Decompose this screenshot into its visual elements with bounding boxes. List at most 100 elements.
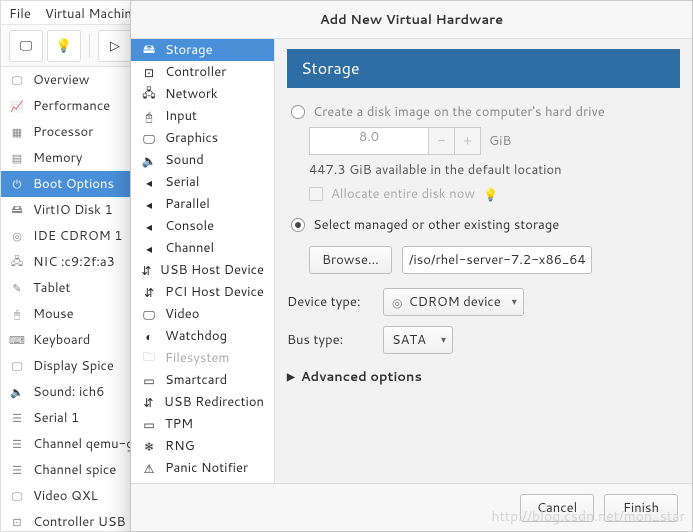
hw-item-sound-icon: 🔈 xyxy=(141,152,157,168)
hw-item-label: USB Redirection xyxy=(164,393,264,411)
hw-item-serial-icon: ◂ xyxy=(141,174,157,190)
radio-icon-checked xyxy=(291,218,305,232)
device-type-label: Device type: xyxy=(287,293,373,311)
sidebar-item-label: Channel qemu-ga xyxy=(33,435,141,453)
increment-button[interactable]: + xyxy=(455,127,481,155)
sidebar-item-label: Processor xyxy=(33,123,93,141)
finish-button[interactable]: Finish xyxy=(604,494,678,522)
device-type-value: CDROM device xyxy=(408,293,500,311)
hw-item-controller[interactable]: ⊡Controller xyxy=(131,61,274,83)
hw-item-filesystem-icon: 🗀 xyxy=(141,350,157,366)
menu-virtual-machine[interactable]: Virtual Machine xyxy=(45,5,139,20)
allocate-entire-disk-label: Allocate entire disk now xyxy=(331,185,475,203)
hw-item-smartcard[interactable]: ▭ Smartcard xyxy=(131,369,274,391)
hw-item-label: Input xyxy=(165,107,197,125)
sidebar-item-performance-icon: 📈 xyxy=(9,98,25,114)
sidebar-item-keyboard-icon: ⌨ xyxy=(9,332,25,348)
storage-path-input[interactable] xyxy=(402,246,592,274)
menu-file[interactable]: File xyxy=(9,5,31,20)
toolbar-separator xyxy=(89,34,90,58)
browse-button[interactable]: Browse... xyxy=(309,246,392,274)
hw-item-video[interactable]: 🖵Video xyxy=(131,303,274,325)
hw-item-label: USB Host Device xyxy=(160,261,264,279)
bus-type-value: SATA xyxy=(392,331,426,349)
disk-size-spinner: 8.0 − + GiB xyxy=(309,127,680,155)
hw-item-channel-icon: ◂ xyxy=(141,240,157,256)
sidebar-item-label: Keyboard xyxy=(33,331,90,349)
hint-bulb-icon[interactable]: 💡 xyxy=(483,186,498,203)
sidebar-item-video-qxl-icon: 🖵 xyxy=(9,488,25,504)
sidebar-item-label: Performance xyxy=(33,97,110,115)
cancel-button[interactable]: Cancel xyxy=(520,494,594,522)
sidebar-item-virtio-disk-1-icon: 🖴 xyxy=(9,202,25,218)
hardware-type-list: 🖴Storage⊡Controller🖧Network 🖰 Input 🖵Graphi… xyxy=(131,39,275,483)
sidebar-item-label: Channel spice xyxy=(33,461,116,479)
hw-item-input-icon: 🖰 xyxy=(141,108,157,124)
radio-create-disk[interactable]: Create a disk image on the computer's ha… xyxy=(287,100,680,127)
hw-item-usb-host-icon: ⇵ xyxy=(141,262,152,278)
hw-item-label: Watchdog xyxy=(165,327,227,345)
hw-item-console[interactable]: ◂Console xyxy=(131,215,274,237)
decrement-button[interactable]: − xyxy=(429,127,455,155)
hw-item-sound[interactable]: 🔈 Sound xyxy=(131,149,274,171)
hw-item-usb-redir[interactable]: ⇵ USB Redirection xyxy=(131,391,274,413)
bus-type-label: Bus type: xyxy=(287,331,373,349)
device-type-combo[interactable]: ◎ CDROM device xyxy=(383,288,524,316)
hw-item-rng-icon: ❄ xyxy=(141,438,157,454)
checkbox-icon xyxy=(309,187,323,201)
hw-item-panic[interactable]: ⚠Panic Notifier xyxy=(131,457,274,479)
hw-item-label: Controller xyxy=(165,63,226,81)
details-view-button[interactable]: 💡 xyxy=(47,30,81,62)
bulb-icon: 💡 xyxy=(56,37,72,55)
hw-item-input[interactable]: 🖰 Input xyxy=(131,105,274,127)
sidebar-item-mouse-icon: 🖰 xyxy=(9,306,25,322)
hw-item-network[interactable]: 🖧Network xyxy=(131,83,274,105)
hw-item-parallel[interactable]: ◂Parallel xyxy=(131,193,274,215)
hw-item-tpm-icon: ▭ xyxy=(141,416,157,432)
dialog-title: Add New Virtual Hardware xyxy=(131,1,692,39)
hw-item-watchdog[interactable]: ◐Watchdog xyxy=(131,325,274,347)
hw-item-pci-host-icon: ⇵ xyxy=(141,284,157,300)
hw-item-usb-host[interactable]: ⇵ USB Host Device xyxy=(131,259,274,281)
hw-item-label: Video xyxy=(165,305,199,323)
hw-item-serial[interactable]: ◂Serial xyxy=(131,171,274,193)
hw-item-label: Smartcard xyxy=(165,371,227,389)
hw-item-label: RNG xyxy=(165,437,195,455)
hw-item-rng[interactable]: ❄ RNG xyxy=(131,435,274,457)
run-button[interactable]: ▷ xyxy=(98,30,132,62)
disk-size-unit: GiB xyxy=(489,132,511,150)
radio-select-existing[interactable]: Select managed or other existing storage xyxy=(287,213,680,240)
hw-item-label: Sound xyxy=(165,151,204,169)
sidebar-item-label: Memory xyxy=(33,149,82,167)
sidebar-item-label: Controller USB xyxy=(33,513,126,531)
hw-item-graphics[interactable]: 🖵Graphics xyxy=(131,127,274,149)
allocate-entire-disk-row[interactable]: Allocate entire disk now 💡 xyxy=(309,185,680,203)
console-view-button[interactable]: 🖵 xyxy=(9,30,43,62)
available-space-text: 447.3 GiB available in the default locat… xyxy=(309,161,680,179)
hw-item-label: Console xyxy=(165,217,214,235)
disk-size-input[interactable]: 8.0 xyxy=(309,127,429,155)
hw-item-label: Parallel xyxy=(165,195,210,213)
hw-item-storage-icon: 🖴 xyxy=(141,42,157,58)
advanced-options-expander[interactable]: ▶ Advanced options xyxy=(287,368,680,386)
sidebar-item-processor-icon: ▦ xyxy=(9,124,25,140)
bus-type-combo[interactable]: SATA xyxy=(383,326,453,354)
hw-item-network-icon: 🖧 xyxy=(141,86,157,102)
cdrom-icon: ◎ xyxy=(392,294,402,311)
sidebar-item-ide-cdrom-1-icon: ◎ xyxy=(9,228,25,244)
advanced-options-label: Advanced options xyxy=(301,368,422,386)
hw-item-smartcard-icon: ▭ xyxy=(141,372,157,388)
hw-item-storage[interactable]: 🖴Storage xyxy=(131,39,274,61)
hw-item-label: TPM xyxy=(165,415,193,433)
content-banner: Storage xyxy=(287,49,680,88)
sidebar-item-label: Display Spice xyxy=(33,357,114,375)
dialog-footer: Cancel Finish xyxy=(131,483,692,531)
hw-item-tpm[interactable]: ▭ TPM xyxy=(131,413,274,435)
radio-icon-unchecked xyxy=(291,105,305,119)
hw-item-channel[interactable]: ◂Channel xyxy=(131,237,274,259)
sidebar-item-label: Mouse xyxy=(33,305,74,323)
hw-item-usb-redir-icon: ⇵ xyxy=(141,394,156,410)
triangle-right-icon: ▶ xyxy=(287,370,295,384)
hw-item-pci-host[interactable]: ⇵PCI Host Device xyxy=(131,281,274,303)
sidebar-item-channel-qemu-ga-icon: ☰ xyxy=(9,436,25,452)
